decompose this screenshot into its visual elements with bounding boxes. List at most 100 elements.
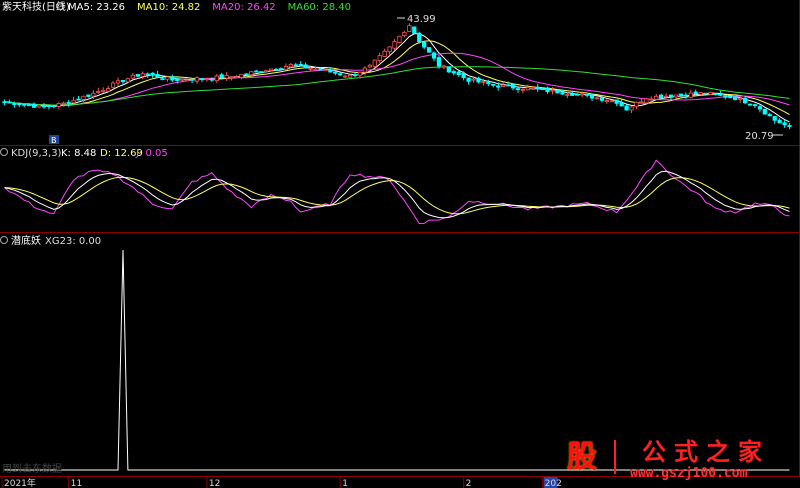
candle-body [412, 26, 417, 34]
candle-body [654, 95, 659, 100]
candle-body [718, 93, 723, 96]
candle-body [580, 93, 585, 96]
candle-body [81, 95, 86, 100]
ma-line-ma5 [4, 33, 790, 123]
candle-body [604, 100, 609, 102]
candle-body [570, 93, 575, 96]
ma-legend: MA5: 23.26 MA10: 24.82 MA20: 26.42 MA60: 28… [68, 2, 351, 13]
candle-body [46, 105, 52, 108]
candle-body [234, 76, 239, 79]
candle-body [535, 86, 540, 90]
candle-body [550, 89, 555, 92]
candle-body [352, 74, 358, 77]
candle-body [175, 78, 180, 81]
candle-body [224, 75, 229, 79]
candle-body [333, 71, 338, 74]
candle-body [560, 92, 565, 95]
candle-body [185, 79, 190, 82]
candle-body [12, 102, 17, 105]
ma-legend-item: MA60: 28.40 [288, 2, 351, 13]
candle-body [115, 80, 121, 84]
candle-body [629, 106, 634, 111]
candle-body [56, 103, 61, 107]
high-price-label: 43.99 [407, 14, 436, 25]
candle-body [703, 92, 708, 95]
candle-body [36, 104, 42, 108]
candle-body [471, 78, 476, 81]
candle-body [747, 103, 753, 106]
candle-body [160, 78, 165, 81]
candle-body [308, 68, 313, 70]
candle-body [782, 122, 787, 126]
candle-body [293, 64, 298, 67]
candle-body [367, 64, 372, 68]
candle-body [713, 93, 718, 95]
candle-body [738, 97, 743, 100]
kdj-title: KDJ(9,3,3) [11, 148, 62, 159]
candle-body [520, 88, 526, 91]
ma-lines [4, 33, 790, 123]
ma-line-ma10 [4, 40, 790, 116]
candle-body [155, 73, 160, 78]
x-tick-label: 2021年 [4, 477, 36, 488]
candle-body [140, 73, 145, 77]
candle-body [446, 66, 451, 73]
candle-body [125, 78, 131, 83]
candle-body [372, 59, 377, 67]
candle-body [96, 90, 101, 93]
candle-body [510, 83, 516, 89]
candle-body [589, 94, 595, 99]
candle-body [278, 68, 284, 70]
candle-body [515, 88, 521, 91]
candle-body [288, 64, 293, 68]
candle-body [76, 98, 81, 101]
candle-body [362, 67, 368, 73]
candles [2, 23, 792, 130]
candle-body [530, 87, 535, 90]
candle-body [189, 78, 195, 81]
candle-body [180, 78, 185, 81]
candle-body [698, 92, 703, 95]
candle-body [436, 57, 442, 67]
candle-body [505, 84, 511, 87]
chart-title: 紫天科技(日线) [2, 0, 70, 13]
candle-body [565, 94, 570, 97]
candle-body [456, 71, 461, 76]
x-tick-label: 11 [71, 479, 82, 488]
candle-body [303, 64, 308, 69]
ma-legend-item: MA5: 23.26 [68, 2, 125, 13]
candle-body [273, 68, 279, 71]
candle-body [283, 66, 289, 70]
candle-body [150, 72, 155, 76]
kdj-settings-icon[interactable] [0, 148, 8, 156]
chart-canvas[interactable]: 紫天科技(日线) MA5: 23.26 MA10: 24.82 MA20: 26.4… [0, 0, 800, 488]
watermark-logo: 股 [567, 440, 597, 475]
candle-body [634, 101, 639, 108]
candle-body [61, 102, 66, 105]
candle-body [777, 119, 782, 124]
candle-body [214, 75, 219, 82]
candle-body [402, 32, 407, 36]
candle-body [170, 76, 175, 81]
candle-body [584, 93, 590, 96]
candle-body [22, 103, 27, 106]
candle-body [110, 82, 116, 88]
candle-body [431, 52, 437, 59]
candle-body [382, 50, 387, 57]
indicator-settings-icon[interactable] [0, 236, 8, 244]
candle-body [441, 65, 447, 68]
candle-body [347, 74, 353, 78]
candle-body [298, 63, 303, 66]
candle-body [693, 91, 698, 95]
candle-body [254, 70, 259, 73]
candle-body [259, 71, 264, 74]
candle-body [486, 82, 491, 84]
candle-body [466, 77, 471, 82]
candle-body [451, 71, 456, 74]
candle-body [204, 78, 210, 81]
candle-body [387, 46, 392, 52]
candle-body [2, 101, 7, 104]
kdj-k-line [4, 170, 790, 219]
candle-body [91, 92, 96, 97]
candle-body [264, 70, 269, 73]
